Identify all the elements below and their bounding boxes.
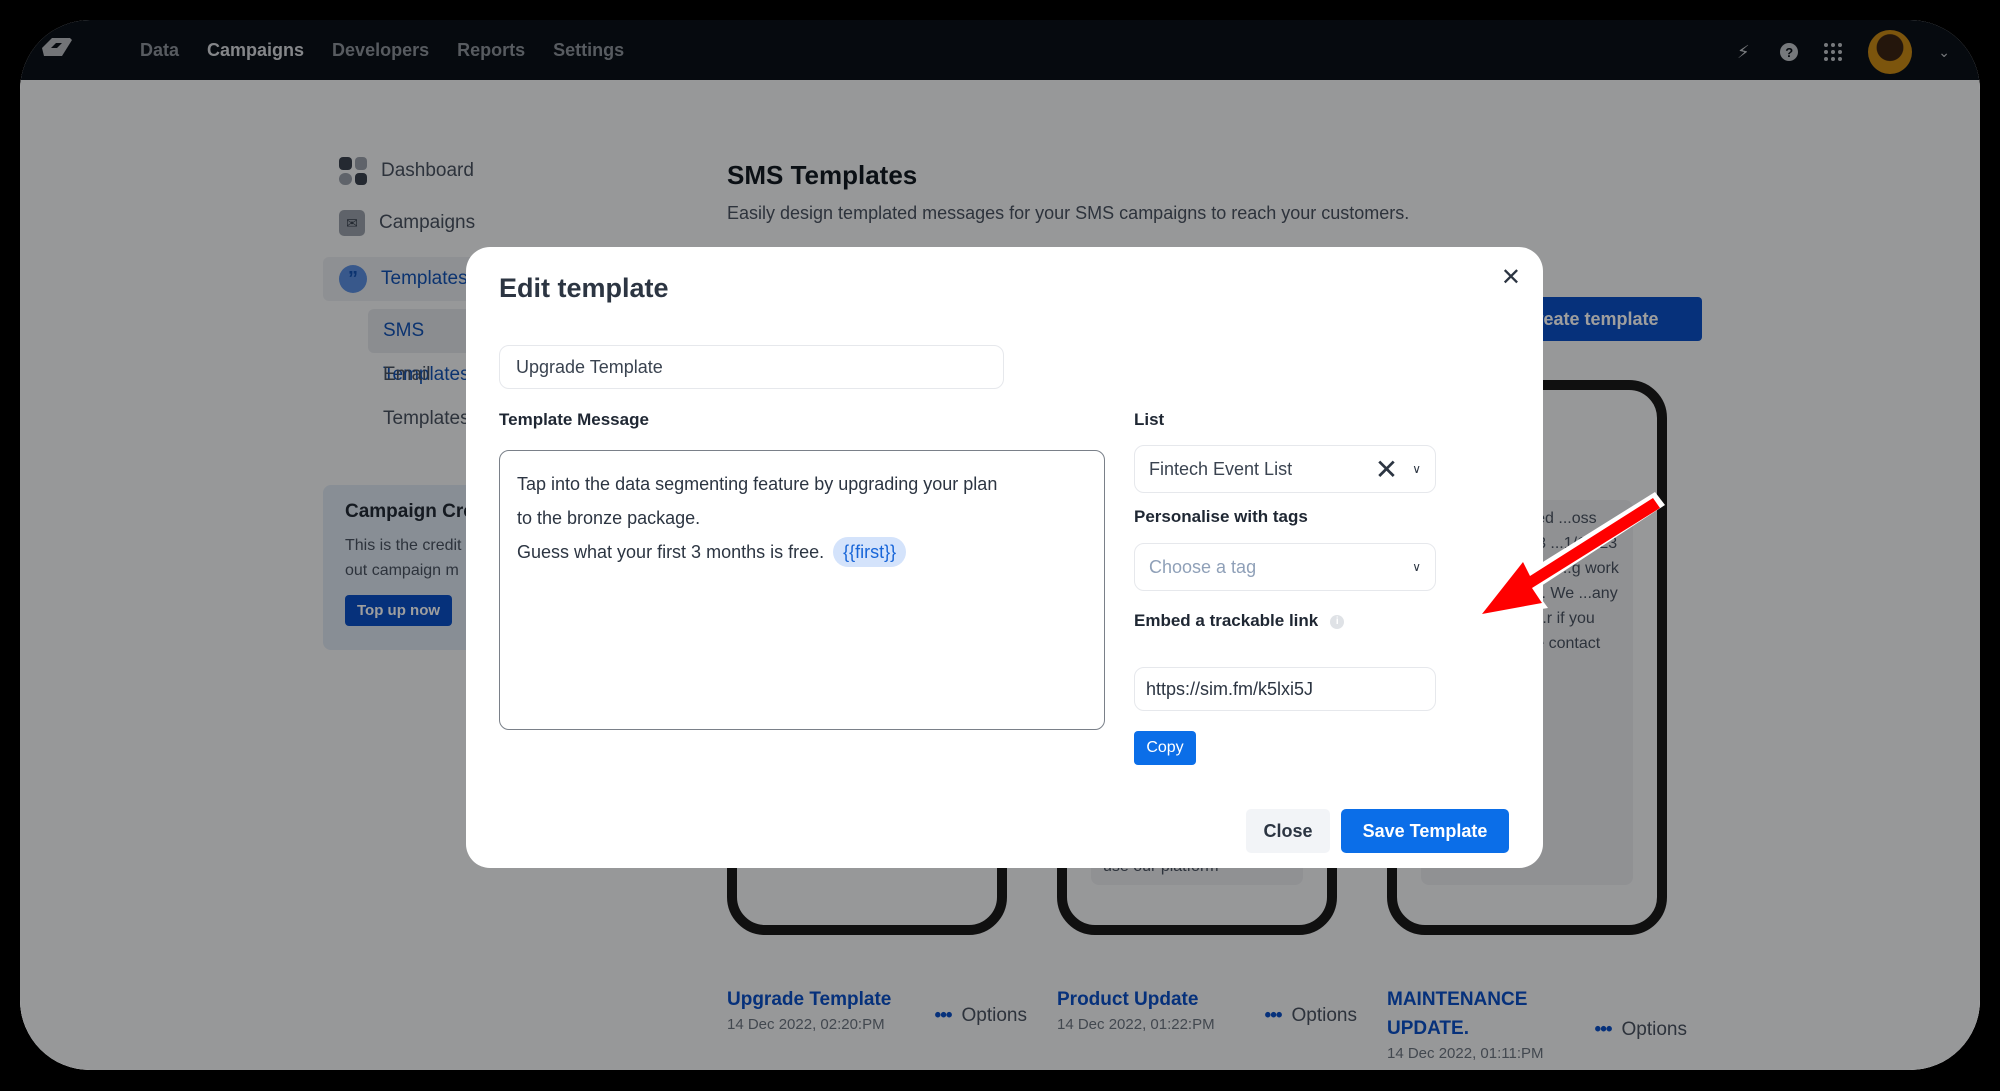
list-selected-value: Fintech Event List xyxy=(1149,458,1293,479)
clear-icon[interactable]: ✕ xyxy=(1375,453,1398,486)
modal-title: Edit template xyxy=(499,273,669,303)
message-line: Tap into the data segmenting feature by … xyxy=(517,474,998,494)
trackable-link-input[interactable]: https://sim.fm/k5lxi5J xyxy=(1134,667,1436,711)
trackable-link-label: Embed a trackable link i xyxy=(1134,611,1345,631)
personalise-tags-label: Personalise with tags xyxy=(1134,507,1308,526)
template-message-textarea[interactable]: Tap into the data segmenting feature by … xyxy=(499,450,1105,730)
info-icon[interactable]: i xyxy=(1330,614,1345,629)
chevron-down-icon[interactable]: ∨ xyxy=(1412,560,1421,574)
close-button[interactable]: Close xyxy=(1246,809,1330,853)
message-line: to the bronze package. xyxy=(517,508,701,528)
app-screen: Data Campaigns Developers Reports Settin… xyxy=(20,20,1980,1070)
save-template-button[interactable]: Save Template xyxy=(1341,809,1509,853)
edit-template-modal: Edit template ✕ Template Message Tap int… xyxy=(466,247,1543,868)
template-message-label: Template Message xyxy=(499,410,649,429)
personalisation-tag[interactable]: {{first}} xyxy=(833,537,907,567)
close-icon[interactable]: ✕ xyxy=(1501,263,1521,292)
template-name-input[interactable] xyxy=(499,345,1004,389)
list-select[interactable]: Fintech Event List ✕ ∨ xyxy=(1134,445,1436,493)
message-line: Guess what your first 3 months is free. … xyxy=(517,535,1087,569)
tag-select[interactable]: Choose a tag ∨ xyxy=(1134,543,1436,591)
tag-select-placeholder: Choose a tag xyxy=(1149,556,1257,577)
chevron-down-icon[interactable]: ∨ xyxy=(1412,462,1421,476)
copy-button[interactable]: Copy xyxy=(1134,731,1196,765)
list-label: List xyxy=(1134,410,1165,429)
annotation-arrow-icon xyxy=(1470,492,1665,620)
